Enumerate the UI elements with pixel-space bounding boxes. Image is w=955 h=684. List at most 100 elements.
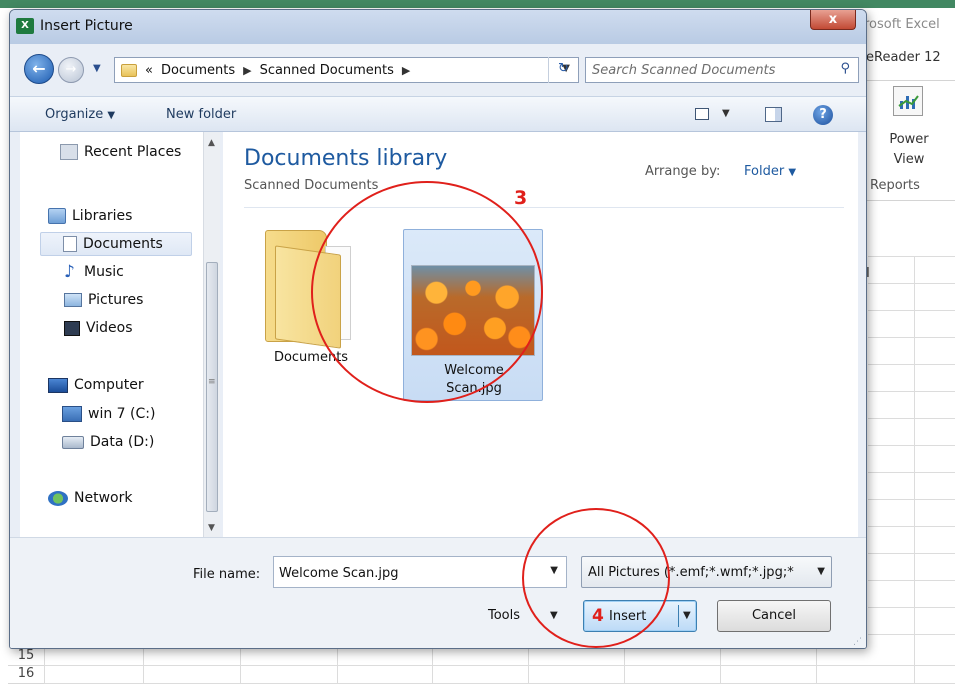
videos-icon — [64, 320, 80, 336]
file-item-welcome-scan[interactable]: Welcome Scan.jpg — [403, 229, 543, 401]
search-box[interactable]: ⚲ — [585, 57, 859, 83]
recent-pages-dropdown-icon[interactable]: ▼ — [93, 63, 101, 74]
scroll-up-arrow-icon[interactable]: ▲ — [208, 138, 215, 148]
nav-item-documents[interactable]: Documents — [40, 232, 192, 256]
power-view-button[interactable]: Power View — [879, 130, 939, 170]
chevron-right-icon[interactable]: ▶ — [243, 64, 251, 77]
folder-icon — [121, 63, 137, 77]
file-name-input[interactable] — [279, 563, 529, 583]
drive-d-icon — [62, 435, 84, 449]
help-icon[interactable]: ? — [813, 105, 833, 125]
close-button[interactable]: x — [810, 10, 856, 30]
back-button[interactable]: ← — [24, 54, 54, 84]
refresh-button[interactable]: ↻ — [548, 57, 578, 83]
folder-item-documents[interactable]: Documents — [243, 220, 379, 395]
file-type-filter[interactable]: All Pictures (*.emf;*.wmf;*.jpg;* ▼ — [581, 556, 832, 588]
arrange-by-label: Arrange by: — [645, 164, 721, 179]
address-overflow[interactable]: « — [145, 63, 153, 78]
nav-pane-scrollbar[interactable]: ▲ ≡ ▼ — [203, 132, 220, 537]
new-folder-button[interactable]: New folder — [166, 107, 236, 122]
nav-item-drive-c[interactable]: win 7 (C:) — [62, 402, 155, 426]
tools-dropdown-icon[interactable]: ▼ — [550, 610, 558, 621]
insert-split-divider — [678, 605, 679, 627]
nav-item-music[interactable]: Music — [64, 260, 124, 284]
step-4-label: 4 — [592, 606, 604, 626]
view-dropdown-icon[interactable]: ▼ — [722, 108, 730, 119]
nav-label: Computer — [74, 377, 144, 393]
chevron-down-icon: ▼ — [788, 167, 797, 178]
nav-item-libraries[interactable]: Libraries — [48, 204, 132, 228]
resize-grip-icon[interactable]: ⋰ — [853, 637, 862, 647]
nav-item-drive-d[interactable]: Data (D:) — [62, 430, 154, 454]
scroll-down-arrow-icon[interactable]: ▼ — [208, 523, 215, 533]
search-icon[interactable]: ⚲ — [840, 61, 850, 76]
row-header-15[interactable]: 15 — [8, 648, 44, 666]
nav-label: Libraries — [72, 208, 133, 224]
documents-icon — [63, 236, 77, 252]
dialog-footer: File name: ▼ All Pictures (*.emf;*.wmf;*… — [10, 537, 866, 648]
nav-item-computer[interactable]: Computer — [48, 373, 144, 397]
scroll-grip-icon: ≡ — [208, 377, 216, 387]
excel-top-bar — [0, 0, 955, 8]
reports-group-label: Reports — [870, 178, 920, 193]
file-name-dropdown-icon[interactable]: ▼ — [550, 565, 558, 576]
content-separator — [244, 207, 844, 208]
addin-label[interactable]: eReader 12 — [866, 50, 941, 65]
file-type-value: All Pictures (*.emf;*.wmf;*.jpg;* — [588, 565, 794, 580]
nav-item-recent-places[interactable]: Recent Places — [60, 140, 181, 164]
view-options-icon[interactable] — [695, 108, 709, 120]
libraries-icon — [48, 208, 66, 224]
cancel-button[interactable]: Cancel — [717, 600, 831, 632]
music-icon — [64, 264, 78, 280]
nav-label: Network — [74, 490, 133, 506]
image-thumbnail — [411, 265, 535, 356]
insert-button[interactable]: 4 Insert ▼ — [583, 600, 697, 632]
file-label: Welcome Scan.jpg — [404, 362, 544, 398]
chevron-right-icon[interactable]: ▶ — [402, 64, 410, 77]
command-toolbar: Organize ▼ New folder ▼ ? — [10, 96, 866, 132]
nav-item-videos[interactable]: Videos — [64, 316, 133, 340]
chevron-down-icon: ▼ — [107, 110, 116, 121]
row-header-16[interactable]: 16 — [8, 666, 44, 684]
nav-label: Videos — [86, 320, 133, 336]
nav-label: Recent Places — [84, 144, 182, 160]
filter-dropdown-icon[interactable]: ▼ — [817, 566, 825, 577]
preview-pane-icon[interactable] — [765, 107, 782, 122]
organize-button[interactable]: Organize ▼ — [45, 107, 115, 122]
address-bar[interactable]: « Documents ▶ Scanned Documents ▶ ▼ — [114, 57, 579, 83]
network-icon — [48, 490, 68, 506]
folder-label: Documents — [273, 350, 349, 365]
excel-icon: X — [16, 18, 34, 34]
excel-app-title: rosoft Excel — [864, 17, 940, 32]
nav-label: Music — [84, 264, 124, 280]
insert-dropdown-icon[interactable]: ▼ — [683, 610, 691, 621]
file-name-combobox[interactable]: ▼ — [273, 556, 567, 588]
forward-button[interactable]: → — [58, 57, 84, 83]
nav-label: Pictures — [88, 292, 144, 308]
dialog-title-bar[interactable]: X Insert Picture x — [10, 10, 866, 44]
navigation-pane: Recent Places Libraries Documents Music … — [20, 132, 216, 537]
breadcrumb-scanned-documents[interactable]: Scanned Documents — [260, 63, 394, 78]
navigation-bar: ← → ▼ « Documents ▶ Scanned Documents ▶ … — [10, 44, 866, 96]
nav-item-pictures[interactable]: Pictures — [64, 288, 143, 312]
arrange-by-value: Folder — [744, 164, 785, 179]
power-view-icon[interactable] — [893, 86, 923, 116]
computer-icon — [48, 377, 68, 393]
ribbon-separator — [860, 80, 955, 81]
folder-icon — [265, 230, 351, 349]
scrollbar-thumb[interactable] — [206, 262, 218, 512]
worksheet-grid[interactable] — [868, 256, 955, 684]
search-input[interactable] — [592, 61, 822, 79]
tools-button[interactable]: Tools — [488, 608, 520, 623]
library-title: Documents library — [244, 146, 448, 171]
nav-item-network[interactable]: Network — [48, 486, 132, 510]
dialog-title: Insert Picture — [40, 18, 133, 34]
drive-c-icon — [62, 406, 82, 422]
breadcrumb-documents[interactable]: Documents — [161, 63, 235, 78]
nav-label: Data (D:) — [90, 434, 155, 450]
nav-label: Documents — [83, 236, 163, 252]
worksheet-bottom-rows[interactable]: 15 16 — [0, 648, 955, 684]
file-label-line1: Welcome — [444, 363, 504, 378]
organize-label: Organize — [45, 107, 104, 122]
arrange-by-dropdown[interactable]: Folder ▼ — [744, 164, 796, 179]
